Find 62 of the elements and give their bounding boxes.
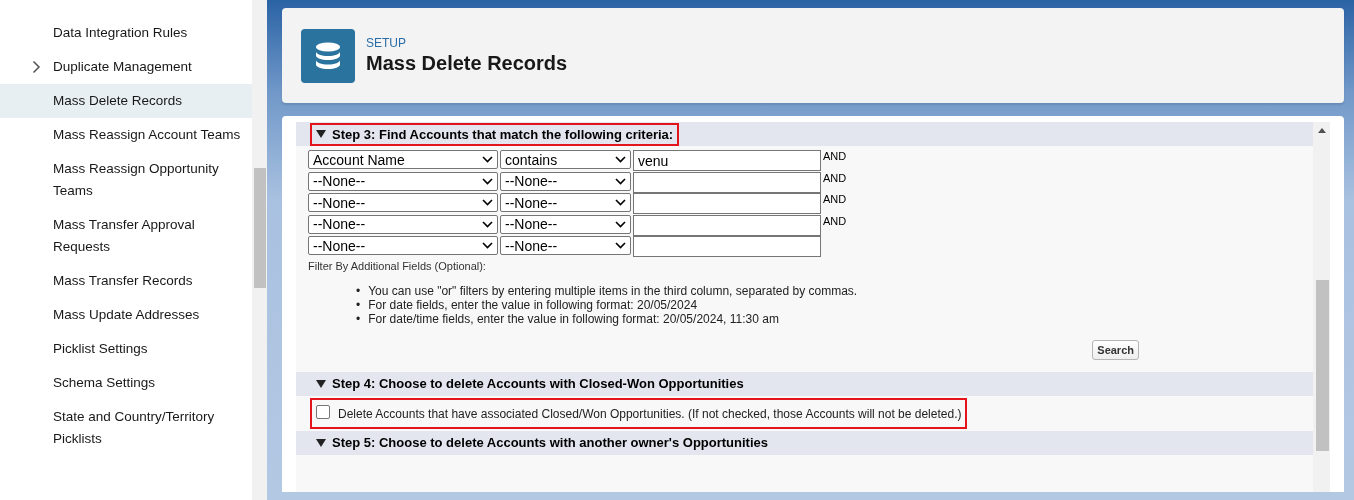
field-select[interactable]: Account Name xyxy=(308,150,498,169)
sidebar-item[interactable]: Picklist Settings xyxy=(0,332,252,366)
scrollbar-thumb[interactable] xyxy=(1316,280,1329,451)
operator-select[interactable]: --None-- xyxy=(500,214,631,234)
sidebar-item[interactable]: State and Country/Territory Picklists xyxy=(0,400,252,456)
operator-select[interactable]: --None-- xyxy=(500,193,631,212)
caret-icon xyxy=(482,156,493,163)
sidebar-item[interactable]: Mass Reassign Opportunity Teams xyxy=(0,152,252,208)
field-select[interactable]: --None-- xyxy=(308,193,498,212)
caret-icon xyxy=(615,199,626,206)
scroll-up-icon[interactable] xyxy=(1318,128,1326,133)
field-select[interactable]: --None-- xyxy=(308,236,498,255)
connector-text: AND xyxy=(823,193,847,205)
sidebar-item[interactable]: Data Integration Rules xyxy=(0,16,252,50)
caret-icon xyxy=(615,242,626,249)
value-input[interactable] xyxy=(633,214,821,236)
search-button[interactable]: Search xyxy=(1092,339,1139,360)
connector-text: AND xyxy=(823,150,847,162)
sidebar-item[interactable]: Mass Transfer Records xyxy=(0,264,252,298)
additional-fields-label: Filter By Additional Fields (Optional): xyxy=(308,259,487,272)
section-title[interactable]: Step 5: Choose to delete Accounts with another owner's Opportunities xyxy=(310,431,774,454)
sidebar-item[interactable]: Mass Delete Records xyxy=(0,84,252,118)
value-input[interactable] xyxy=(633,171,821,193)
operator-select[interactable]: --None-- xyxy=(500,236,631,255)
page-title: Mass Delete Records xyxy=(366,52,568,75)
breadcrumb[interactable]: SETUP xyxy=(366,36,568,50)
value-input[interactable] xyxy=(633,193,821,214)
caret-icon xyxy=(482,199,493,206)
value-input[interactable]: venu xyxy=(633,150,821,171)
tip-text: For date fields, enter the value in following format: 20/05/2024 xyxy=(368,297,698,312)
sidebar-item[interactable]: Duplicate Management xyxy=(0,50,252,84)
collapse-triangle-icon xyxy=(316,438,326,447)
scrollbar-thumb[interactable] xyxy=(254,168,266,288)
caret-icon xyxy=(482,242,493,249)
connector-text: AND xyxy=(823,171,847,184)
connector-text: AND xyxy=(823,214,847,227)
tip-text: You can use "or" filters by entering multiple items in the third column, separated by commas. xyxy=(368,283,858,298)
section-title[interactable]: Step 3: Find Accounts that match the following criteria: xyxy=(310,122,680,146)
caret-icon xyxy=(615,220,626,228)
operator-select[interactable]: --None-- xyxy=(500,171,631,191)
checkbox-label: Delete Accounts that have associated Closed/Won Opportunities. (If not checked, those Accounts will not be deleted.) xyxy=(338,406,962,421)
database-icon xyxy=(301,28,355,83)
caret-icon xyxy=(482,177,493,185)
field-select[interactable]: --None-- xyxy=(308,171,498,191)
caret-icon xyxy=(615,177,626,185)
sidebar-item[interactable]: Schema Settings xyxy=(0,366,252,400)
collapse-triangle-icon xyxy=(316,379,326,388)
collapse-triangle-icon xyxy=(316,130,326,138)
section-title[interactable]: Step 4: Choose to delete Accounts with Closed-Won Opportunities xyxy=(310,372,750,395)
bullet-marker: • xyxy=(356,283,361,298)
caret-icon xyxy=(482,220,493,228)
sidebar-item[interactable]: Mass Reassign Account Teams xyxy=(0,118,252,152)
checkbox[interactable] xyxy=(316,404,330,419)
value-input[interactable] xyxy=(633,236,821,257)
field-select[interactable]: --None-- xyxy=(308,214,498,234)
tip-text: For date/time fields, enter the value in following format: 20/05/2024, 11:30 am xyxy=(368,311,779,326)
bullet-marker: • xyxy=(356,297,361,312)
sidebar-item[interactable]: Mass Transfer Approval Requests xyxy=(0,208,252,264)
bullet-marker: • xyxy=(356,311,361,326)
operator-select[interactable]: contains xyxy=(500,150,631,169)
sidebar-item[interactable]: Mass Update Addresses xyxy=(0,298,252,332)
caret-icon xyxy=(615,156,626,163)
